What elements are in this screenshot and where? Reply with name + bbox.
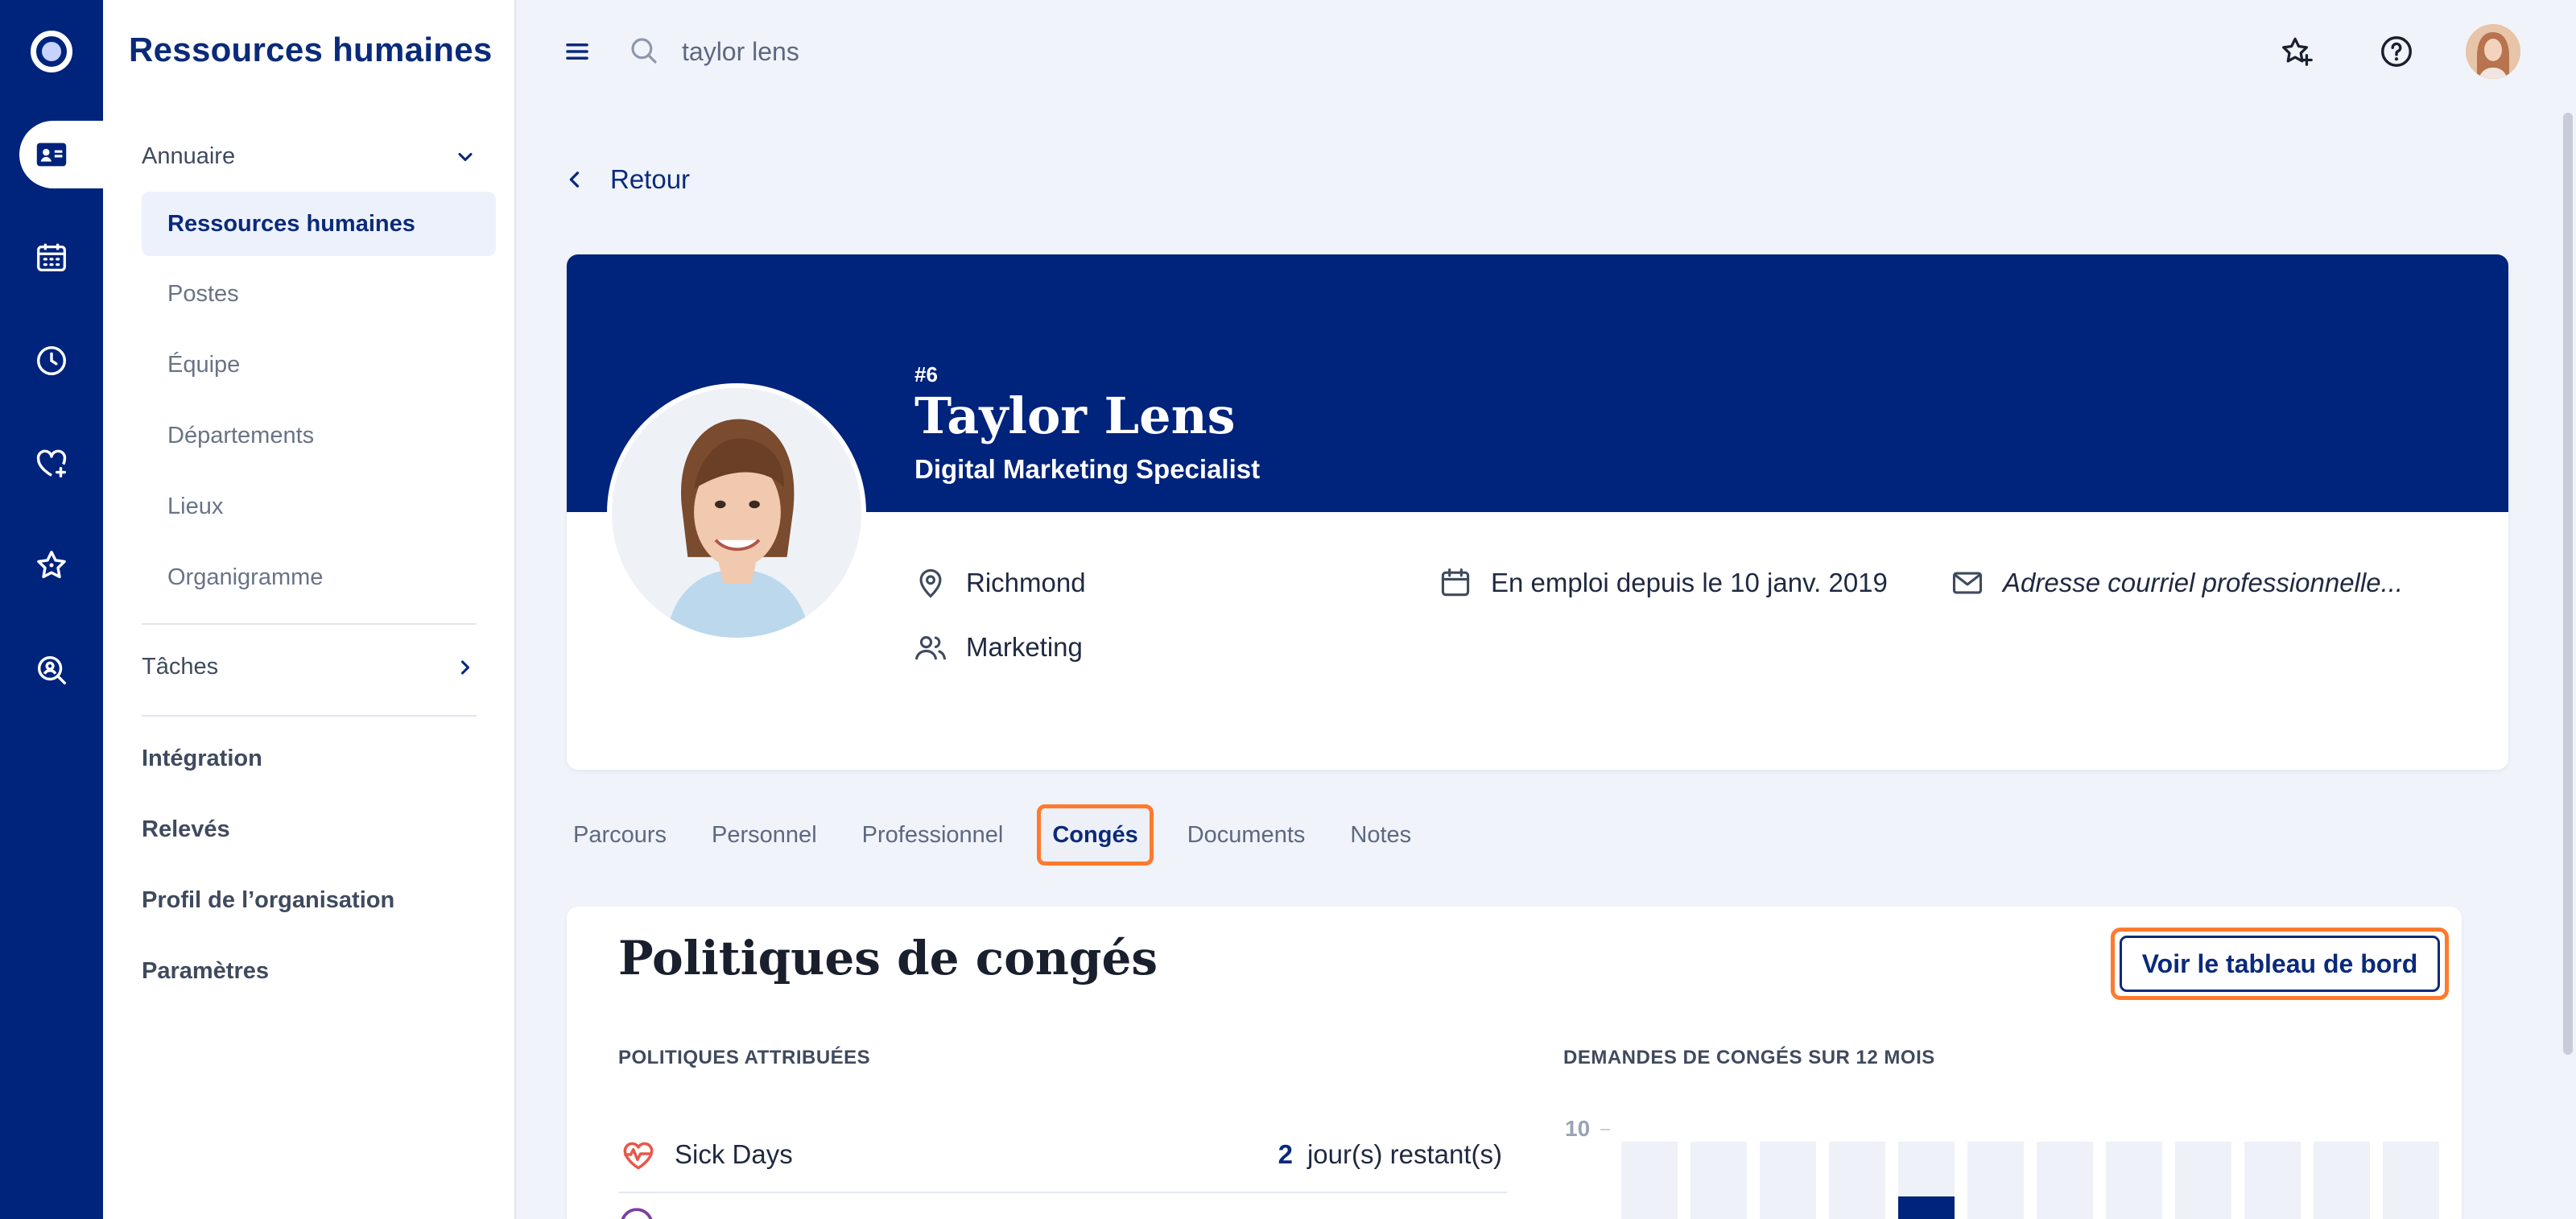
divider <box>142 623 477 625</box>
chart-y-tick-mark <box>1600 1129 1610 1130</box>
sidebar-group-annuaire[interactable]: Annuaire <box>142 143 477 170</box>
chart-bar-track <box>1967 1142 2024 1219</box>
heart-pulse-icon <box>623 1142 654 1170</box>
location-text: Richmond <box>966 568 1086 597</box>
sidebar: Ressources humaines Annuaire Ressources … <box>103 0 516 1219</box>
sidebar-item-postes[interactable]: Postes <box>142 262 496 326</box>
chart-bar-track <box>2037 1142 2093 1219</box>
sidebar-item-label: Postes <box>167 280 239 307</box>
chart-bar-track <box>1690 1142 1747 1219</box>
sidebar-item-ressources-humaines[interactable]: Ressources humaines <box>142 192 496 256</box>
sidebar-item-label: Départements <box>167 422 315 448</box>
chart-bar-track <box>2106 1142 2162 1219</box>
tab-professionnel[interactable]: Professionnel <box>840 804 1026 866</box>
assigned-policies-label: POLITIQUES ATTRIBUÉES <box>618 1047 871 1068</box>
chart-bar-track <box>1621 1142 1678 1219</box>
scrollbar[interactable] <box>2563 113 2573 1055</box>
policy-row[interactable]: Sick Days 2 jour(s) restant(s) <box>618 1118 1507 1193</box>
employee-department: Marketing <box>913 630 1083 665</box>
employee-email[interactable]: Adresse courriel professionnelle... <box>1950 565 2403 601</box>
help-button[interactable] <box>2374 29 2419 74</box>
tab-personnel[interactable]: Personnel <box>689 804 840 866</box>
sidebar-item-profil-organisation[interactable]: Profil de l’organisation <box>142 887 394 914</box>
view-dashboard-label: Voir le tableau de bord <box>2120 936 2440 992</box>
sidebar-group-label: Annuaire <box>142 143 236 169</box>
tab-documents[interactable]: Documents <box>1165 804 1328 866</box>
sidebar-item-releves[interactable]: Relevés <box>142 816 230 843</box>
chart-bar-track <box>1898 1142 1955 1219</box>
chart-bar-track <box>2175 1142 2231 1219</box>
sidebar-item-integration[interactable]: Intégration <box>142 746 262 772</box>
clock-icon[interactable] <box>32 341 71 380</box>
logo-icon[interactable] <box>31 31 72 72</box>
sidebar-item-label: Ressources humaines <box>167 210 415 237</box>
sidebar-group-label: Tâches <box>142 654 219 680</box>
sidebar-item-label: Lieux <box>167 493 224 519</box>
sidebar-item-organigramme[interactable]: Organigramme <box>142 545 496 610</box>
chart-bar-track <box>1760 1142 1816 1219</box>
calendar-icon <box>1441 568 1470 597</box>
employee-location: Richmond <box>913 565 1086 601</box>
help-icon <box>2381 36 2412 67</box>
user-avatar[interactable] <box>2466 24 2520 79</box>
search-icon <box>631 38 657 64</box>
employee-id: #6 <box>914 362 938 386</box>
policy-clock-icon <box>621 1208 653 1219</box>
chart-bar-track <box>2383 1142 2439 1219</box>
tab-parcours[interactable]: Parcours <box>564 804 689 866</box>
department-text: Marketing <box>966 632 1083 662</box>
tab-notes[interactable]: Notes <box>1327 804 1434 866</box>
mail-icon <box>1952 572 1983 594</box>
chart-y-tick: 10 <box>1565 1116 1591 1141</box>
back-label: Retour <box>610 164 691 194</box>
sidebar-item-parametres[interactable]: Paramètres <box>142 958 269 985</box>
employee-photo <box>607 383 866 643</box>
sidebar-item-equipe[interactable]: Équipe <box>142 333 496 397</box>
star-icon[interactable] <box>32 546 71 585</box>
sidebar-item-label: Équipe <box>167 351 241 378</box>
search-input[interactable] <box>682 29 1406 74</box>
profile-card: #6 Taylor Lens Digital Marketing Special… <box>567 254 2508 770</box>
section-title: Politiques de congés <box>618 931 1158 986</box>
policy-remaining-unit: jour(s) restant(s) <box>1307 1139 1502 1169</box>
employee-name: Taylor Lens <box>914 386 1236 445</box>
profile-tabs: Parcours Personnel Professionnel Congés … <box>564 799 1434 871</box>
employee-start-date: En emploi depuis le 10 janv. 2019 <box>1438 565 1888 601</box>
id-card-icon[interactable] <box>32 135 71 174</box>
sidebar-group-taches[interactable]: Tâches <box>142 654 477 680</box>
chevron-down-icon <box>458 152 473 161</box>
chart-label: DEMANDES DE CONGÉS SUR 12 MOIS <box>1563 1047 1935 1068</box>
divider <box>142 715 477 717</box>
star-plus-icon <box>2282 37 2313 66</box>
leave-policies-card: Politiques de congés Voir le tableau de … <box>567 907 2462 1219</box>
back-link[interactable]: Retour <box>564 164 690 195</box>
sidebar-item-departements[interactable]: Départements <box>142 403 496 468</box>
chart-bar-track <box>1829 1142 1885 1219</box>
employee-role: Digital Marketing Specialist <box>914 454 1261 484</box>
menu-icon[interactable] <box>563 37 592 66</box>
icon-rail <box>0 0 103 1219</box>
chart-bar-track <box>2314 1142 2370 1219</box>
heart-plus-icon[interactable] <box>32 444 71 483</box>
policy-remaining-count: 2 <box>1278 1139 1293 1169</box>
favorites-button[interactable] <box>2274 29 2319 74</box>
search-person-icon[interactable] <box>32 651 71 689</box>
chevron-left-icon <box>569 171 580 188</box>
users-icon <box>915 635 946 660</box>
employed-since-text: En emploi depuis le 10 janv. 2019 <box>1491 568 1888 597</box>
email-placeholder-text: Adresse courriel professionnelle... <box>2003 568 2404 597</box>
app-title: Ressources humaines <box>129 31 493 68</box>
chevron-right-icon <box>460 659 470 675</box>
location-pin-icon <box>919 568 942 598</box>
calendar-icon[interactable] <box>32 238 71 277</box>
leave-requests-chart: 10 <box>1565 1116 2450 1219</box>
top-bar <box>516 0 2576 103</box>
sidebar-item-label: Organigramme <box>167 564 324 590</box>
policy-name: Sick Days <box>675 1139 793 1169</box>
chart-bar-track <box>2244 1142 2301 1219</box>
tab-conges[interactable]: Congés <box>1037 804 1154 866</box>
sidebar-item-lieux[interactable]: Lieux <box>142 474 496 539</box>
view-dashboard-button[interactable]: Voir le tableau de bord <box>2111 928 2449 1000</box>
chart-bar <box>1898 1196 1955 1219</box>
